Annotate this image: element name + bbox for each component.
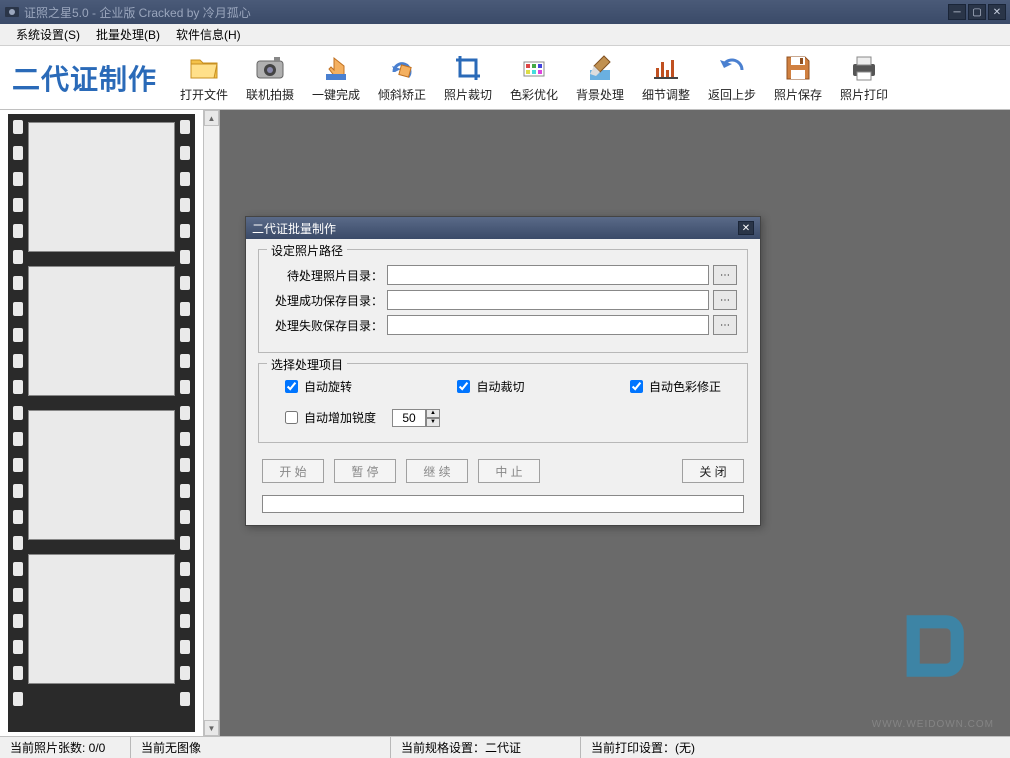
detail-adjust-label: 细节调整: [642, 86, 690, 103]
pause-button[interactable]: 暂 停: [334, 459, 396, 483]
success-dir-label: 处理成功保存目录：: [269, 292, 387, 309]
failed-dir-label: 处理失败保存目录：: [269, 317, 387, 334]
tilt-correct-label: 倾斜矫正: [378, 86, 426, 103]
sharpen-down-button[interactable]: ▼: [426, 418, 440, 427]
batch-dialog: 二代证批量制作 ✕ 设定照片路径 待处理照片目录： ⋯ 处理成功保存目录： ⋯ …: [245, 216, 761, 526]
photo-print-button[interactable]: 照片打印: [833, 49, 895, 107]
status-spec: 当前规格设置：二代证: [390, 737, 580, 758]
open-file-label: 打开文件: [180, 86, 228, 103]
window-titlebar: 证照之星5.0 - 企业版 Cracked by 冷月孤心 ─ ▢ ✕: [0, 0, 1010, 24]
success-dir-browse-button[interactable]: ⋯: [713, 290, 737, 310]
background-label: 背景处理: [576, 86, 624, 103]
photo-crop-label: 照片裁切: [444, 86, 492, 103]
app-logo-text: 二代证制作: [12, 58, 157, 98]
sharpen-value-input[interactable]: [392, 409, 426, 427]
dialog-actions: 开 始 暂 停 继 续 中 止 关 闭: [258, 453, 748, 495]
sharpen-value-spinner[interactable]: ▲▼: [392, 409, 440, 427]
status-photo-count: 当前照片张数: 0/0: [0, 737, 130, 758]
photo-crop-button[interactable]: 照片裁切: [437, 49, 499, 107]
one-click-button[interactable]: 一键完成: [305, 49, 367, 107]
rotate-icon: [386, 52, 418, 84]
photo-save-button[interactable]: 照片保存: [767, 49, 829, 107]
save-icon: [782, 52, 814, 84]
scroll-down-button[interactable]: ▼: [204, 720, 219, 736]
paths-legend: 设定照片路径: [267, 242, 347, 259]
dialog-close-button[interactable]: ✕: [738, 221, 754, 235]
pending-dir-browse-button[interactable]: ⋯: [713, 265, 737, 285]
statusbar: 当前照片张数: 0/0 当前无图像 当前规格设置：二代证 当前打印设置：(无): [0, 736, 1010, 758]
pending-dir-input[interactable]: [387, 265, 709, 285]
film-frame[interactable]: [28, 410, 175, 540]
options-fieldset: 选择处理项目 自动旋转 自动裁切 自动色彩修正 自动增加锐度 ▲▼: [258, 363, 748, 443]
undo-label: 返回上步: [708, 86, 756, 103]
scroll-up-button[interactable]: ▲: [204, 110, 219, 126]
start-button[interactable]: 开 始: [262, 459, 324, 483]
window-controls: ─ ▢ ✕: [948, 4, 1006, 20]
menu-system-settings[interactable]: 系统设置(S): [8, 24, 88, 45]
crop-icon: [452, 52, 484, 84]
open-file-button[interactable]: 打开文件: [173, 49, 235, 107]
film-frame[interactable]: [28, 266, 175, 396]
photo-print-label: 照片打印: [840, 86, 888, 103]
color-optimize-label: 色彩优化: [510, 86, 558, 103]
camera-capture-label: 联机拍摄: [246, 86, 294, 103]
options-legend: 选择处理项目: [267, 356, 347, 373]
photo-save-label: 照片保存: [774, 86, 822, 103]
auto-color-checkbox[interactable]: 自动色彩修正: [624, 376, 727, 397]
film-frame[interactable]: [28, 122, 175, 252]
paths-fieldset: 设定照片路径 待处理照片目录： ⋯ 处理成功保存目录： ⋯ 处理失败保存目录： …: [258, 249, 748, 353]
dialog-titlebar[interactable]: 二代证批量制作 ✕: [246, 217, 760, 239]
sharpen-up-button[interactable]: ▲: [426, 409, 440, 418]
tilt-correct-button[interactable]: 倾斜矫正: [371, 49, 433, 107]
color-optimize-button[interactable]: 色彩优化: [503, 49, 565, 107]
auto-rotate-checkbox[interactable]: 自动旋转: [279, 376, 358, 397]
printer-icon: [848, 52, 880, 84]
app-icon: [4, 4, 20, 20]
filmstrip: [0, 110, 203, 736]
auto-sharpen-checkbox[interactable]: 自动增加锐度: [279, 407, 382, 428]
menu-batch-process[interactable]: 批量处理(B): [88, 24, 168, 45]
status-no-image: 当前无图像: [130, 737, 390, 758]
maximize-button[interactable]: ▢: [968, 4, 986, 20]
camera-capture-button[interactable]: 联机拍摄: [239, 49, 301, 107]
one-click-label: 一键完成: [312, 86, 360, 103]
success-dir-input[interactable]: [387, 290, 709, 310]
close-dialog-button[interactable]: 关 闭: [682, 459, 744, 483]
window-title: 证照之星5.0 - 企业版 Cracked by 冷月孤心: [24, 4, 948, 21]
hand-click-icon: [320, 52, 352, 84]
continue-button[interactable]: 继 续: [406, 459, 468, 483]
undo-button[interactable]: 返回上步: [701, 49, 763, 107]
filmstrip-panel: ▲ ▼: [0, 110, 220, 736]
close-button[interactable]: ✕: [988, 4, 1006, 20]
menu-software-info[interactable]: 软件信息(H): [168, 24, 249, 45]
background-button[interactable]: 背景处理: [569, 49, 631, 107]
status-print: 当前打印设置：(无): [580, 737, 1010, 758]
undo-icon: [716, 52, 748, 84]
filmstrip-scrollbar[interactable]: ▲ ▼: [203, 110, 219, 736]
failed-dir-input[interactable]: [387, 315, 709, 335]
stop-button[interactable]: 中 止: [478, 459, 540, 483]
brush-icon: [584, 52, 616, 84]
palette-icon: [518, 52, 550, 84]
detail-adjust-button[interactable]: 细节调整: [635, 49, 697, 107]
toolbar: 二代证制作 打开文件 联机拍摄 一键完成 倾斜矫正 照片裁切 色彩优化 背景处理…: [0, 46, 1010, 110]
equalizer-icon: [650, 52, 682, 84]
camera-icon: [254, 52, 286, 84]
film-frame[interactable]: [28, 554, 175, 684]
minimize-button[interactable]: ─: [948, 4, 966, 20]
auto-crop-checkbox[interactable]: 自动裁切: [451, 376, 530, 397]
folder-open-icon: [188, 52, 220, 84]
failed-dir-browse-button[interactable]: ⋯: [713, 315, 737, 335]
pending-dir-label: 待处理照片目录：: [269, 267, 387, 284]
progress-bar: [262, 495, 744, 513]
menubar: 系统设置(S) 批量处理(B) 软件信息(H): [0, 24, 1010, 46]
dialog-title: 二代证批量制作: [252, 220, 336, 237]
